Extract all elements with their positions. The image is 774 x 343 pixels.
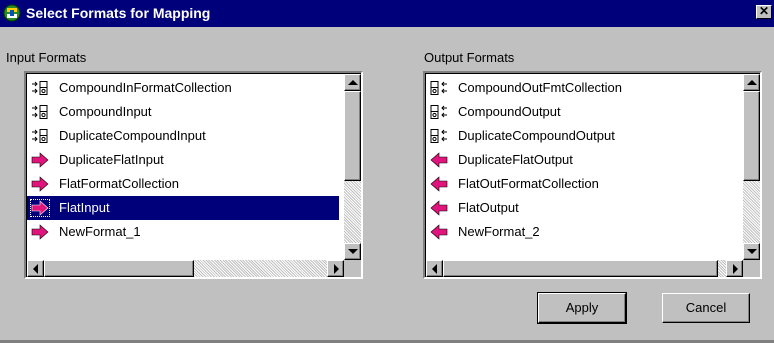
output-format-list-item[interactable]: DuplicateCompoundOutput: [426, 124, 738, 148]
input-formats-list[interactable]: CompoundInFormatCollection CompoundInput D…: [24, 71, 363, 279]
output-scroll-right-button[interactable]: [726, 260, 743, 277]
flat-input-arrow-icon: [31, 152, 49, 168]
flat-input-arrow-icon: [31, 176, 49, 192]
output-formats-label: Output Formats: [424, 50, 515, 65]
output-format-list-item[interactable]: CompoundOutFmtCollection: [426, 76, 738, 100]
formats-app-icon: [3, 4, 21, 22]
compound-output-icon: [430, 80, 448, 96]
output-format-list-item[interactable]: FlatOutFormatCollection: [426, 172, 738, 196]
input-formats-label: Input Formats: [6, 50, 87, 65]
output-scroll-corner: [743, 260, 760, 277]
cancel-button[interactable]: Cancel: [662, 293, 750, 323]
input-format-list-item-label: CompoundInFormatCollection: [59, 80, 232, 95]
output-formats-list[interactable]: CompoundOutFmtCollection CompoundOutput Du…: [423, 71, 762, 279]
output-scroll-down-button[interactable]: [743, 243, 760, 260]
output-format-list-item[interactable]: FlatOutput: [426, 196, 738, 220]
flat-output-arrow-icon: [430, 200, 448, 216]
input-scroll-down-button[interactable]: [344, 243, 361, 260]
input-format-list-item[interactable]: DuplicateCompoundInput: [27, 124, 339, 148]
output-vertical-scroll-thumb[interactable]: [743, 91, 760, 181]
compound-format-icon: [31, 128, 49, 144]
input-horizontal-scroll-thumb[interactable]: [44, 260, 194, 277]
input-format-list-item-label: FlatFormatCollection: [59, 176, 179, 191]
output-format-list-item-label: NewFormat_2: [458, 224, 540, 239]
input-scroll-left-button[interactable]: [27, 260, 44, 277]
output-scroll-left-button[interactable]: [426, 260, 443, 277]
output-format-list-item-label: DuplicateCompoundOutput: [458, 128, 615, 143]
input-format-list-item[interactable]: DuplicateFlatInput: [27, 148, 339, 172]
input-format-list-item-label: NewFormat_1: [59, 224, 141, 239]
input-scroll-corner: [344, 260, 361, 277]
output-format-list-item-label: CompoundOutput: [458, 104, 561, 119]
input-format-list-item[interactable]: FlatInput: [27, 196, 339, 220]
input-scroll-right-button[interactable]: [327, 260, 344, 277]
output-vertical-scrollbar[interactable]: [743, 74, 760, 260]
close-button[interactable]: ✕: [756, 5, 772, 19]
input-format-list-item[interactable]: CompoundInput: [27, 100, 339, 124]
output-format-list-item-label: FlatOutFormatCollection: [458, 176, 599, 191]
input-format-list-item[interactable]: FlatFormatCollection: [27, 172, 339, 196]
close-icon: ✕: [758, 4, 770, 18]
input-format-list-item[interactable]: CompoundInFormatCollection: [27, 76, 339, 100]
input-format-list-item[interactable]: NewFormat_1: [27, 220, 339, 244]
input-vertical-scrollbar[interactable]: [344, 74, 361, 260]
input-format-list-item-label: CompoundInput: [59, 104, 152, 119]
title-bar: Select Formats for Mapping ✕: [0, 0, 774, 27]
window-title: Select Formats for Mapping: [26, 5, 211, 21]
output-format-list-item[interactable]: DuplicateFlatOutput: [426, 148, 738, 172]
apply-button[interactable]: Apply: [537, 292, 627, 324]
input-vertical-scroll-thumb[interactable]: [344, 91, 361, 181]
output-format-list-item-label: CompoundOutFmtCollection: [458, 80, 623, 95]
output-scroll-up-button[interactable]: [743, 74, 760, 91]
compound-format-icon: [31, 104, 49, 120]
input-horizontal-scrollbar[interactable]: [27, 260, 344, 277]
compound-output-icon: [430, 104, 448, 120]
input-scroll-up-button[interactable]: [344, 74, 361, 91]
output-format-list-item[interactable]: CompoundOutput: [426, 100, 738, 124]
input-format-list-item-label: DuplicateCompoundInput: [59, 128, 206, 143]
output-format-list-item-label: DuplicateFlatOutput: [458, 152, 573, 167]
flat-input-arrow-icon: [30, 199, 50, 217]
input-format-list-item-label: DuplicateFlatInput: [59, 152, 164, 167]
output-horizontal-scrollbar[interactable]: [426, 260, 743, 277]
flat-input-arrow-icon: [31, 224, 49, 240]
output-horizontal-scroll-thumb[interactable]: [443, 260, 718, 277]
output-format-list-item[interactable]: NewFormat_2: [426, 220, 738, 244]
flat-output-arrow-icon: [430, 152, 448, 168]
compound-format-icon: [31, 80, 49, 96]
compound-output-icon: [430, 128, 448, 144]
input-format-list-item-label: FlatInput: [59, 200, 110, 215]
flat-output-arrow-icon: [430, 176, 448, 192]
output-format-list-item-label: FlatOutput: [458, 200, 519, 215]
flat-output-arrow-icon: [430, 224, 448, 240]
